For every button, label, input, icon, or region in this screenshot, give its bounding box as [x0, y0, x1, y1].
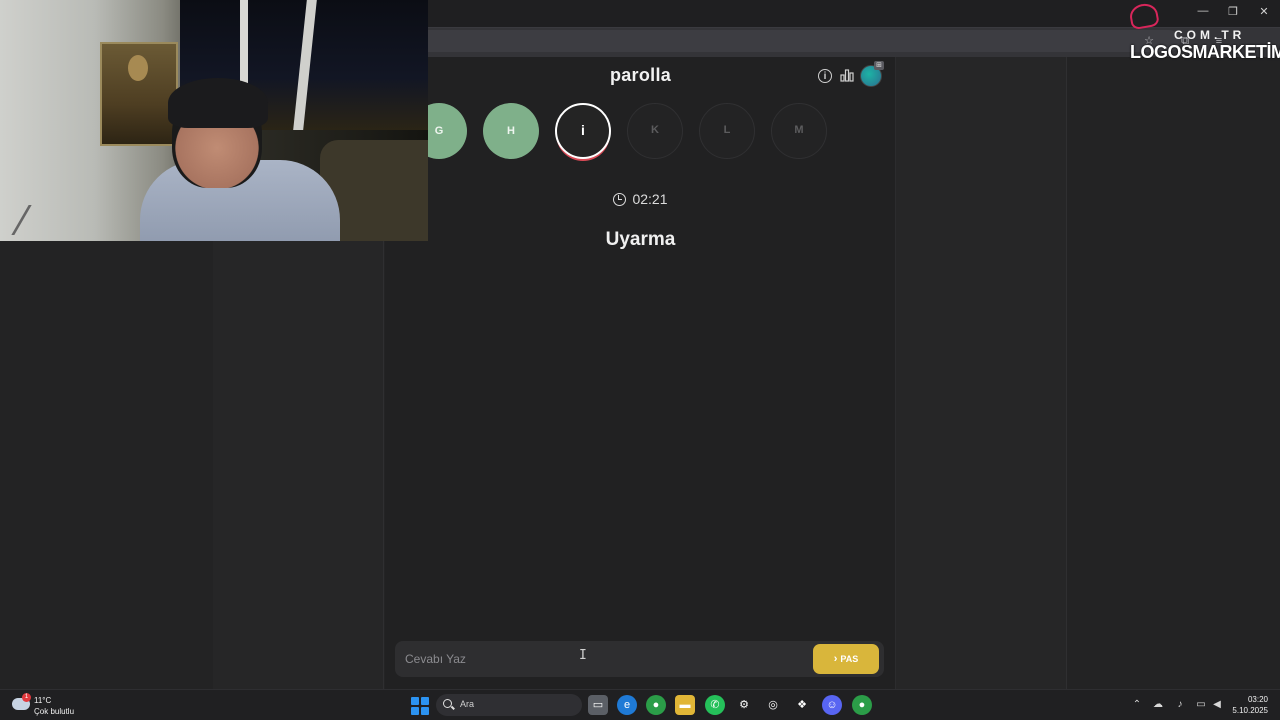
- steam-icon[interactable]: ⚙: [734, 695, 754, 715]
- whatsapp-icon[interactable]: ✆: [705, 695, 725, 715]
- volume-icon[interactable]: ◀: [1210, 699, 1224, 710]
- search-icon: [443, 699, 452, 708]
- app-icon[interactable]: ❖: [792, 695, 812, 715]
- info-icon[interactable]: i: [818, 69, 832, 83]
- right-background-pane: [1067, 57, 1280, 689]
- clue-text: Uyarma: [605, 229, 676, 250]
- windows-taskbar: 1 11°C Çok bulutlu Ara ▭ e ● ▬ ✆ ⚙ ◎ ❖ ☺…: [0, 689, 1280, 720]
- webcam-painting-face: [128, 55, 148, 81]
- answer-bar: ›PAS: [395, 641, 884, 677]
- pass-button-label: PAS: [840, 654, 859, 664]
- webcam-person-hair: [168, 78, 268, 128]
- microphone-icon[interactable]: ♪: [1173, 699, 1187, 710]
- pass-button[interactable]: › PAS: [813, 644, 879, 674]
- weather-badge: 1: [22, 693, 31, 702]
- webcam-overlay: [0, 0, 428, 241]
- timer-value: 02:21: [632, 191, 668, 207]
- discord-icon[interactable]: ☺: [822, 695, 842, 715]
- text-cursor-icon: I: [579, 648, 587, 663]
- weather-widget[interactable]: 1 11°C Çok bulutlu: [12, 693, 92, 718]
- task-view-icon[interactable]: ▭: [588, 695, 608, 715]
- logo-suffix: COM.TR: [1174, 28, 1246, 42]
- logo-mark-icon: [1128, 1, 1160, 31]
- letter-k-pending: K: [627, 103, 683, 159]
- taskbar-search[interactable]: Ara: [436, 694, 582, 716]
- taskbar-time[interactable]: 03:20: [1236, 695, 1268, 704]
- search-placeholder: Ara: [460, 699, 475, 709]
- obs-icon[interactable]: ◎: [763, 695, 783, 715]
- weather-description: Çok bulutlu: [34, 707, 75, 716]
- avatar-badge: ⊞: [874, 61, 884, 70]
- answer-input[interactable]: [405, 650, 785, 668]
- chrome-active-icon[interactable]: ●: [852, 695, 872, 715]
- right-sidebar-column: [896, 57, 1067, 689]
- letter-l-pending: L: [699, 103, 755, 159]
- logo-name: LOGOSMARKETİM: [1130, 42, 1280, 62]
- edge-browser-icon[interactable]: e: [617, 695, 637, 715]
- network-icon[interactable]: ▭: [1194, 699, 1208, 710]
- screen: — ❐ ✕ ☆ ⧉ ≡ parolla i ⊞ GHiKLM 02:21 Uya…: [0, 0, 1280, 720]
- file-explorer-icon[interactable]: ▬: [675, 695, 695, 715]
- windows-start-icon[interactable]: [409, 695, 429, 715]
- stats-chart-icon-svg: [840, 69, 854, 82]
- chrome-icon[interactable]: ●: [646, 695, 666, 715]
- countdown-timer: 02:21: [385, 191, 896, 207]
- clock-icon: [613, 193, 627, 206]
- taskbar-date[interactable]: 5.10.2025: [1226, 706, 1268, 715]
- weather-temperature: 11°C: [34, 696, 52, 705]
- stream-logo: COM.TR LOGOSMARKETİM: [1128, 1, 1280, 62]
- chevron-up-icon[interactable]: ⌃: [1130, 699, 1144, 710]
- stats-chart-icon[interactable]: [839, 68, 855, 84]
- letter-h-done: H: [483, 103, 539, 159]
- parolla-game-panel: parolla i ⊞ GHiKLM 02:21 Uyarma ›PAS: [385, 57, 896, 689]
- letter-i-active: i: [555, 103, 611, 159]
- letter-m-pending: M: [771, 103, 827, 159]
- webcam-lamp: [11, 205, 69, 235]
- chevron-right-icon: ›: [833, 653, 838, 665]
- letter-carousel: GHiKLM: [385, 101, 896, 167]
- onedrive-icon[interactable]: ☁: [1151, 699, 1165, 710]
